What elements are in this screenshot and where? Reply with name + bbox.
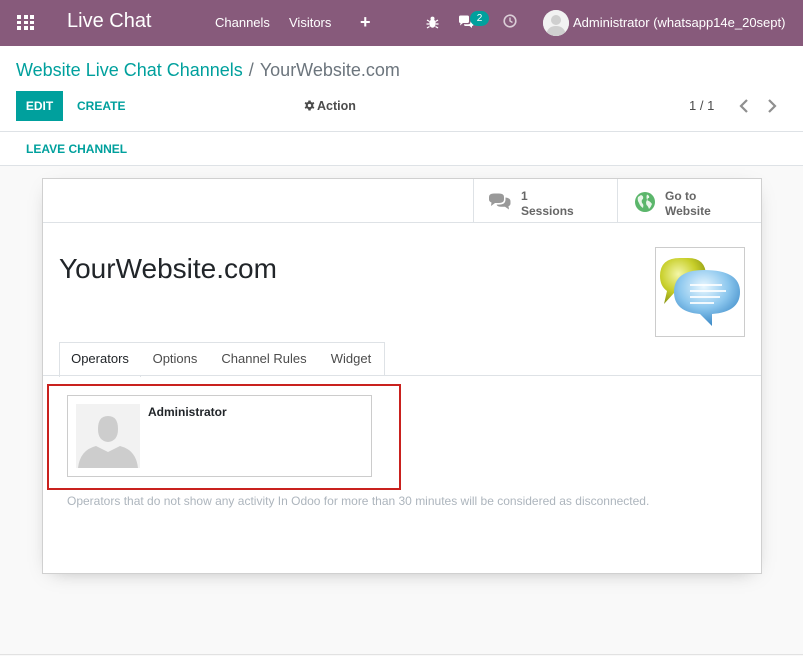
go-to-label: Go to xyxy=(665,189,697,203)
breadcrumb-separator: / xyxy=(248,60,254,80)
action-label: Action xyxy=(317,99,356,113)
app-title[interactable]: Live Chat xyxy=(67,10,152,33)
chevron-left-icon[interactable] xyxy=(737,98,751,114)
pager-value[interactable]: 1 / 1 xyxy=(689,98,714,113)
globe-icon xyxy=(635,192,655,212)
chevron-right-icon[interactable] xyxy=(765,98,779,114)
tab-channel-rules[interactable]: Channel Rules xyxy=(210,342,319,376)
create-button[interactable]: CREATE xyxy=(77,91,125,121)
channel-name: YourWebsite.com xyxy=(59,253,277,284)
button-box: 1 Sessions Go to Website xyxy=(43,179,761,223)
edit-button[interactable]: EDIT xyxy=(16,91,63,121)
operator-name: Administrator xyxy=(148,405,227,419)
sessions-stat-button[interactable]: 1 Sessions xyxy=(473,179,617,222)
apps-grid-icon[interactable] xyxy=(17,15,34,30)
tab-widget[interactable]: Widget xyxy=(318,342,385,376)
leave-channel-button[interactable]: LEAVE CHANNEL xyxy=(26,142,127,156)
operator-avatar xyxy=(76,404,140,468)
menu-visitors[interactable]: Visitors xyxy=(289,15,331,30)
tab-options[interactable]: Options xyxy=(140,342,211,376)
go-to-website-button[interactable]: Go to Website xyxy=(617,179,761,222)
user-menu[interactable]: Administrator (whatsapp14e_20sept) xyxy=(573,15,785,30)
top-navbar: Live Chat Channels Visitors + 2 Administ… xyxy=(0,0,803,46)
bug-icon[interactable] xyxy=(426,15,439,29)
operators-help-text: Operators that do not show any activity … xyxy=(67,494,650,508)
person-placeholder-icon xyxy=(76,404,140,468)
channel-image[interactable] xyxy=(655,247,745,337)
chat-bubbles-logo-icon xyxy=(660,258,740,326)
breadcrumb-parent[interactable]: Website Live Chat Channels xyxy=(16,60,243,80)
menu-add-button[interactable]: + xyxy=(360,12,371,33)
menu-channels[interactable]: Channels xyxy=(215,15,270,30)
sessions-label: Sessions xyxy=(521,204,574,218)
operator-card[interactable]: Administrator xyxy=(67,395,372,477)
sessions-count: 1 xyxy=(521,189,528,203)
user-avatar[interactable] xyxy=(543,10,569,36)
form-statusbar: LEAVE CHANNEL xyxy=(0,132,803,166)
breadcrumb-current: YourWebsite.com xyxy=(259,60,400,80)
control-panel: Website Live Chat Channels / YourWebsite.c… xyxy=(0,46,803,132)
tabs-divider xyxy=(43,375,761,376)
breadcrumb: Website Live Chat Channels / YourWebsite.c… xyxy=(16,60,400,81)
comments-icon xyxy=(489,193,511,210)
form-sheet: 1 Sessions Go to Website YourWebsite.com xyxy=(42,178,762,574)
clock-icon[interactable] xyxy=(503,14,517,28)
website-label: Website xyxy=(665,204,711,218)
action-menu[interactable]: Action xyxy=(304,91,356,121)
gear-icon xyxy=(304,100,315,111)
tab-operators[interactable]: Operators xyxy=(59,342,141,377)
page-bottom-divider xyxy=(0,654,803,655)
messages-count-badge: 2 xyxy=(470,11,489,26)
